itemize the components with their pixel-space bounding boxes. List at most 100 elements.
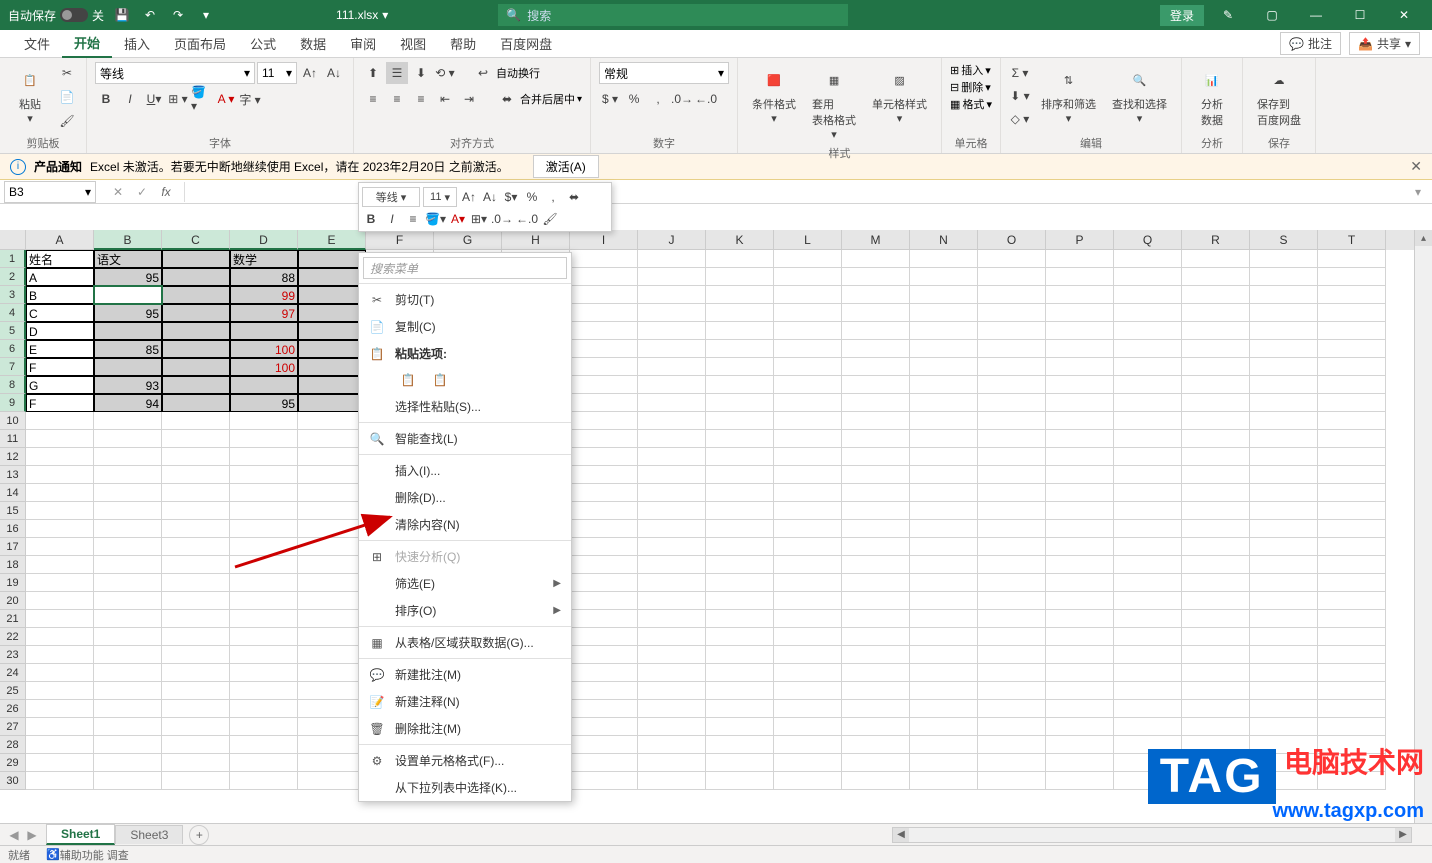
cell[interactable] [638,592,706,610]
cell[interactable] [1318,412,1386,430]
cell[interactable] [638,538,706,556]
row-header[interactable]: 12 [0,448,26,466]
row-header[interactable]: 4 [0,304,26,322]
cell[interactable] [910,664,978,682]
mini-percent-icon[interactable]: % [523,187,541,207]
mini-border-button[interactable]: ⊞▾ [470,209,488,229]
cell[interactable] [910,772,978,790]
cell[interactable] [298,628,366,646]
mini-dec-decimal-icon[interactable]: ←.0 [516,209,538,229]
cell[interactable] [1250,502,1318,520]
cell[interactable] [638,574,706,592]
cell[interactable]: F [26,358,94,376]
cell[interactable] [1046,646,1114,664]
cell[interactable] [1046,502,1114,520]
cell[interactable] [1318,502,1386,520]
cell[interactable] [706,736,774,754]
underline-button[interactable]: U ▾ [143,88,165,110]
cell[interactable] [842,664,910,682]
cell[interactable] [1318,556,1386,574]
cell[interactable] [910,268,978,286]
cell[interactable]: C [26,304,94,322]
cell[interactable] [706,340,774,358]
cell[interactable] [842,700,910,718]
tab-help[interactable]: 帮助 [438,30,488,57]
cell[interactable] [94,628,162,646]
cell[interactable] [1250,430,1318,448]
cell[interactable] [1182,646,1250,664]
cell[interactable] [298,574,366,592]
cell[interactable] [978,394,1046,412]
cell[interactable] [1114,502,1182,520]
cell[interactable] [162,250,230,268]
sheet-tab-sheet3[interactable]: Sheet3 [115,825,183,844]
cell[interactable] [94,412,162,430]
cell[interactable] [298,772,366,790]
cell[interactable] [162,484,230,502]
row-header[interactable]: 3 [0,286,26,304]
cell[interactable] [706,610,774,628]
cell[interactable] [94,430,162,448]
cell[interactable] [162,466,230,484]
cm-copy[interactable]: 📄复制(C) [359,313,571,340]
cell[interactable] [1250,394,1318,412]
cm-new-note[interactable]: 📝新建注释(N) [359,688,571,715]
save-baidu-button[interactable]: ☁保存到 百度网盘 [1251,62,1307,130]
cell[interactable] [162,412,230,430]
cell[interactable] [230,538,298,556]
cell[interactable] [26,430,94,448]
share-button[interactable]: 📤 共享 ▾ [1349,32,1420,55]
cell[interactable] [978,412,1046,430]
cell[interactable]: 97 [230,304,298,322]
cell[interactable] [1182,376,1250,394]
cell[interactable]: 95 [94,268,162,286]
cell[interactable] [910,322,978,340]
column-header-I[interactable]: I [570,230,638,250]
cell[interactable] [1182,502,1250,520]
cell[interactable] [230,556,298,574]
cell[interactable] [842,538,910,556]
cell[interactable] [842,754,910,772]
cell[interactable] [26,448,94,466]
cell[interactable] [1250,628,1318,646]
cell[interactable] [774,484,842,502]
cell[interactable] [162,682,230,700]
cell[interactable] [162,628,230,646]
cell[interactable] [910,700,978,718]
align-top-icon[interactable]: ⬆ [362,62,384,84]
row-header[interactable]: 14 [0,484,26,502]
cell[interactable] [298,376,366,394]
cell[interactable] [842,718,910,736]
cell[interactable] [978,502,1046,520]
align-bottom-icon[interactable]: ⬇ [410,62,432,84]
cell[interactable] [1182,340,1250,358]
tab-baidu[interactable]: 百度网盘 [488,30,564,57]
horizontal-scrollbar[interactable]: ◀ ▶ [892,827,1412,843]
column-header-L[interactable]: L [774,230,842,250]
cell[interactable] [26,646,94,664]
mini-currency-icon[interactable]: $▾ [502,187,520,207]
cell[interactable] [162,700,230,718]
tab-file[interactable]: 文件 [12,30,62,57]
cell[interactable] [638,322,706,340]
cell[interactable] [570,718,638,736]
row-header[interactable]: 1 [0,250,26,268]
phonetic-button[interactable]: 字 ▾ [239,88,261,110]
cm-sort[interactable]: 排序(O)▶ [359,597,571,624]
cell[interactable] [638,304,706,322]
cell[interactable] [162,574,230,592]
cell[interactable] [230,772,298,790]
context-menu-search[interactable]: 搜索菜单 [363,257,567,279]
cell[interactable] [706,430,774,448]
cell[interactable] [978,340,1046,358]
cell[interactable] [570,358,638,376]
cell[interactable] [1250,718,1318,736]
cell[interactable] [1250,592,1318,610]
cell[interactable] [1046,304,1114,322]
cell[interactable] [978,610,1046,628]
cell[interactable] [842,376,910,394]
merge-button[interactable]: ⬌ [496,88,518,110]
cell[interactable] [26,700,94,718]
cell[interactable] [638,376,706,394]
cell[interactable] [774,646,842,664]
